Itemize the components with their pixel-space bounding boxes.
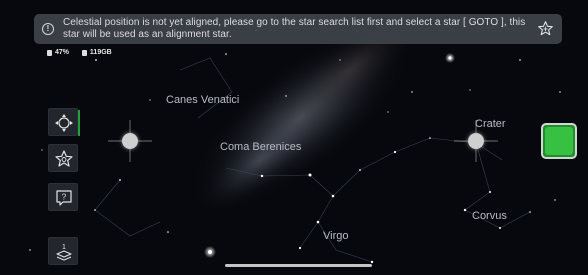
star-search-button[interactable] <box>48 144 78 172</box>
direction-pad-icon <box>55 114 73 132</box>
layers-icon: 1 <box>56 244 72 261</box>
battery-level: 47% <box>55 49 70 56</box>
home-indicator[interactable] <box>225 264 372 267</box>
direction-pad-button[interactable] <box>48 108 80 136</box>
app-screen: Canes Venatici Coma Berenices Crater Cor… <box>0 0 588 275</box>
layers-button[interactable]: 1 <box>48 237 78 265</box>
right-joystick-knob[interactable] <box>468 133 484 149</box>
label-canes-venatici: Canes Venatici <box>166 94 240 106</box>
star-icon[interactable] <box>537 20 554 37</box>
layers-badge: 1 <box>62 244 66 251</box>
storage-free: 119GB <box>89 49 112 56</box>
battery-icon <box>47 49 52 56</box>
help-chat-icon: ? <box>56 190 72 206</box>
star-search-icon <box>55 150 73 167</box>
label-virgo: Virgo <box>323 230 349 242</box>
storage-icon <box>81 49 87 56</box>
status-bar: 47% 119GB <box>47 48 112 57</box>
alignment-notice-banner: ! Celestial position is not yet aligned,… <box>34 14 562 44</box>
bright-star-glow <box>445 53 455 63</box>
bright-star-glow <box>204 246 216 258</box>
info-icon: ! <box>42 23 54 35</box>
label-coma-berenices: Coma Berenices <box>220 141 302 153</box>
label-corvus: Corvus <box>472 210 507 222</box>
goto-button-fill <box>545 127 573 155</box>
left-joystick-knob[interactable] <box>122 133 138 149</box>
goto-button[interactable] <box>541 123 577 159</box>
svg-text:?: ? <box>62 193 67 202</box>
help-button[interactable]: ? <box>48 183 78 211</box>
alignment-notice-text: Celestial position is not yet aligned, p… <box>63 17 526 40</box>
label-crater: Crater <box>475 118 506 130</box>
